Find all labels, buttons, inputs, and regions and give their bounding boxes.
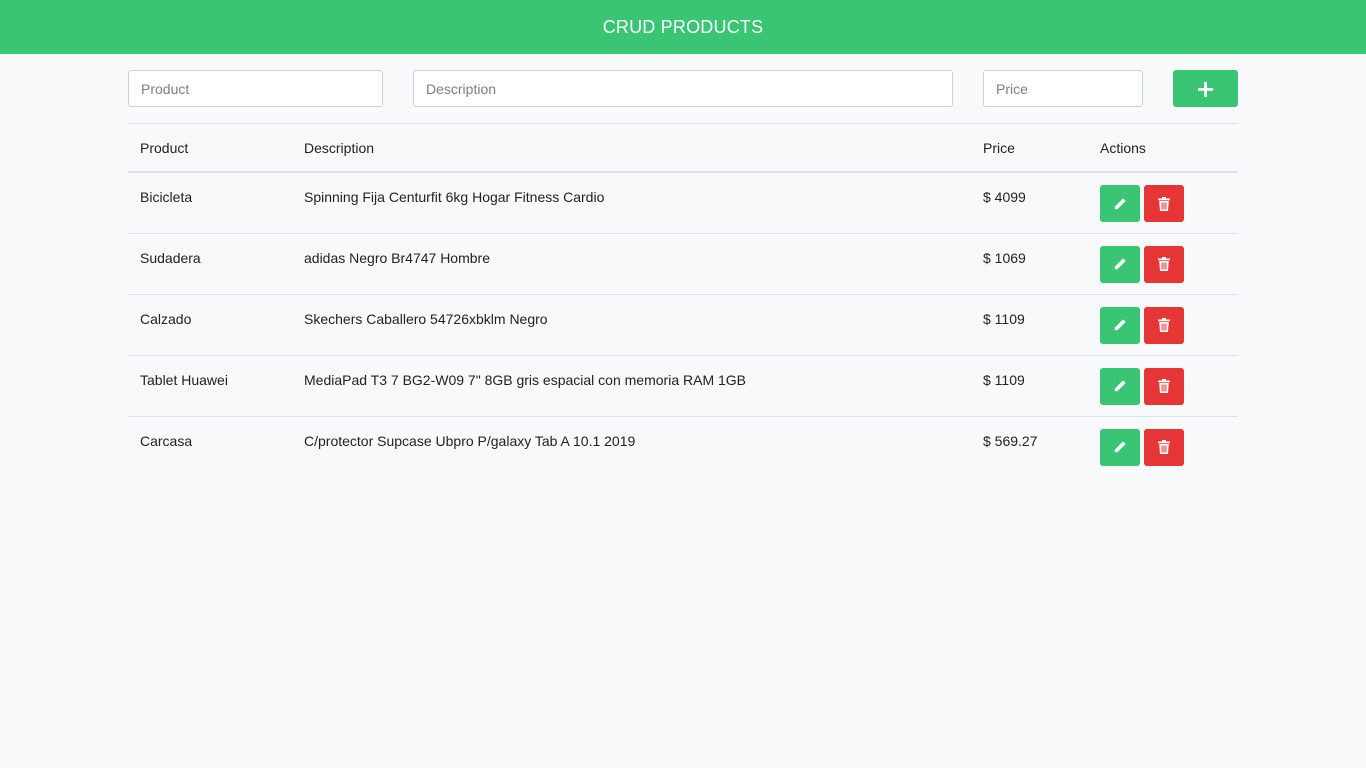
cell-description: Spinning Fija Centurfit 6kg Hogar Fitnes…	[292, 172, 971, 234]
add-product-button[interactable]: +	[1173, 70, 1238, 107]
product-form: +	[128, 54, 1238, 123]
table-row: Carcasa C/protector Supcase Ubpro P/gala…	[128, 416, 1238, 477]
cell-price: $ 1109	[971, 355, 1088, 417]
cell-actions	[1088, 416, 1238, 477]
edit-button[interactable]	[1100, 428, 1140, 466]
products-table: Product Description Price Actions Bicicl…	[128, 123, 1238, 477]
pencil-icon	[1114, 319, 1126, 331]
delete-button[interactable]	[1144, 306, 1184, 344]
cell-actions	[1088, 355, 1238, 417]
trash-icon	[1158, 440, 1170, 454]
edit-button[interactable]	[1100, 185, 1140, 222]
trash-icon	[1158, 318, 1170, 332]
delete-button[interactable]	[1144, 428, 1184, 466]
delete-button[interactable]	[1144, 245, 1184, 283]
table-row: Tablet Huawei MediaPad T3 7 BG2-W09 7" 8…	[128, 355, 1238, 417]
description-input[interactable]	[413, 70, 953, 107]
column-header-price: Price	[971, 123, 1088, 173]
table-row: Bicicleta Spinning Fija Centurfit 6kg Ho…	[128, 172, 1238, 234]
edit-button[interactable]	[1100, 245, 1140, 283]
page-title: CRUD PRODUCTS	[602, 16, 764, 37]
table-row: Sudadera adidas Negro Br4747 Hombre $ 10…	[128, 233, 1238, 295]
column-header-description: Description	[292, 123, 971, 173]
table-row: Calzado Skechers Caballero 54726xbklm Ne…	[128, 294, 1238, 356]
product-input[interactable]	[128, 70, 383, 107]
cell-price: $ 569.27	[983, 432, 1038, 449]
table-header-row: Product Description Price Actions	[128, 123, 1238, 173]
column-header-actions: Actions	[1088, 123, 1238, 173]
cell-price: $ 1069	[971, 233, 1088, 295]
delete-button[interactable]	[1144, 367, 1184, 405]
cell-actions	[1088, 233, 1238, 295]
cell-description: MediaPad T3 7 BG2-W09 7" 8GB gris espaci…	[292, 355, 971, 417]
pencil-icon	[1114, 441, 1126, 453]
cell-description: adidas Negro Br4747 Hombre	[292, 233, 971, 295]
trash-icon	[1158, 379, 1170, 393]
trash-icon	[1158, 196, 1170, 211]
cell-product: Bicicleta	[128, 172, 292, 234]
cell-actions	[1088, 172, 1238, 234]
cell-actions	[1088, 294, 1238, 356]
pencil-icon	[1114, 380, 1126, 392]
edit-button[interactable]	[1100, 306, 1140, 344]
cell-product: Sudadera	[128, 233, 292, 295]
pencil-icon	[1114, 197, 1126, 209]
pencil-icon	[1114, 258, 1126, 270]
cell-product: Calzado	[128, 294, 292, 356]
column-header-product: Product	[128, 123, 292, 173]
cell-product: Tablet Huawei	[128, 355, 292, 417]
app-header: CRUD PRODUCTS	[0, 0, 1366, 54]
cell-description: Skechers Caballero 54726xbklm Negro	[292, 294, 971, 356]
cell-price: $ 4099	[971, 172, 1088, 234]
cell-product: Carcasa	[140, 432, 193, 449]
plus-icon: +	[1195, 74, 1216, 103]
cell-price: $ 1109	[971, 294, 1088, 356]
table-body: Bicicleta Spinning Fija Centurfit 6kg Ho…	[128, 172, 1238, 477]
main-container: + Product Description Price Actions Bici…	[128, 54, 1238, 477]
edit-button[interactable]	[1100, 367, 1140, 405]
price-input[interactable]	[983, 70, 1143, 107]
cell-description: C/protector Supcase Ubpro P/galaxy Tab A…	[304, 432, 636, 449]
delete-button[interactable]	[1144, 185, 1184, 222]
trash-icon	[1158, 257, 1170, 271]
